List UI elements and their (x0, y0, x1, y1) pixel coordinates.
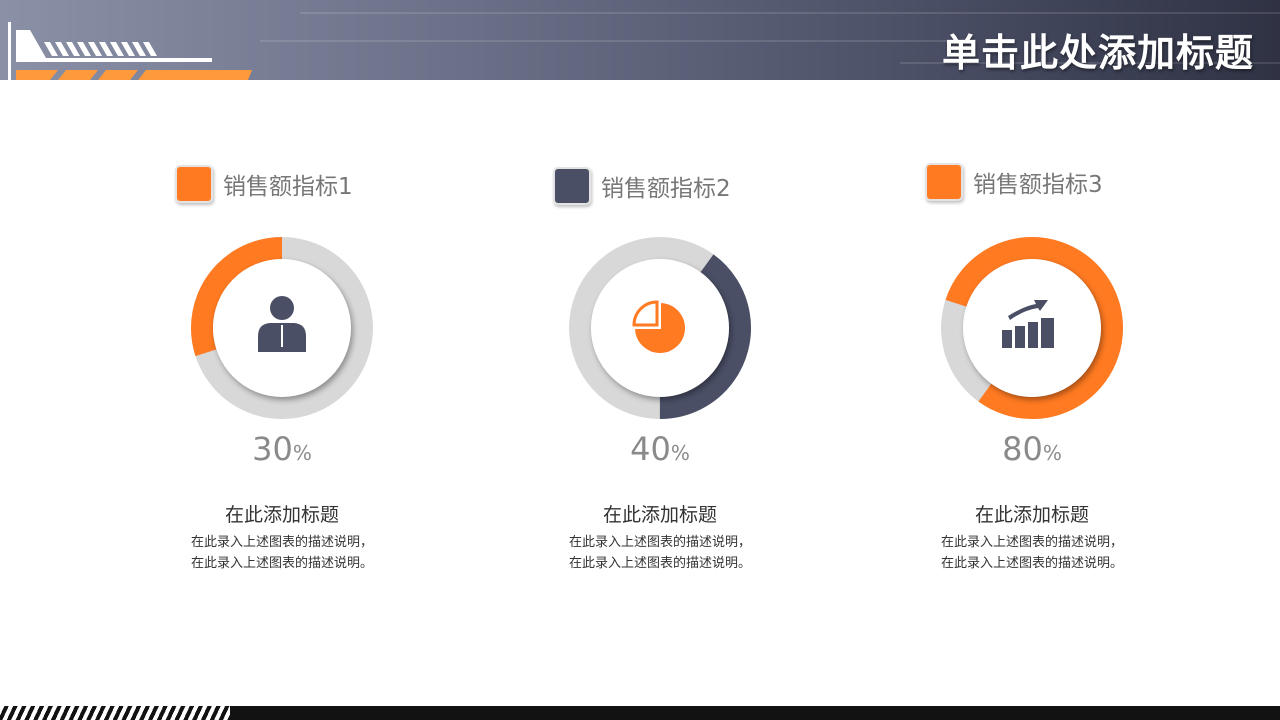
item-description: 在此录入上述图表的描述说明， 在此录入上述图表的描述说明。 (895, 532, 1169, 574)
header-line (260, 40, 960, 42)
percentage-number: 30 (252, 430, 293, 468)
item-title: 在此添加标题 (224, 504, 339, 526)
item-description: 在此录入上述图表的描述说明， 在此录入上述图表的描述说明。 (145, 532, 419, 574)
item-title: 在此添加标题 (974, 504, 1089, 526)
kpi-card-1: 销售额指标1 30% 在此添加标题 在此录入上述图表的描述说明， 在此录入上述图… (145, 150, 445, 590)
legend-label: 销售额指标2 (601, 176, 731, 202)
percentage-unit: % (670, 441, 690, 465)
legend: 销售额指标2 (553, 166, 731, 206)
footer-bar (0, 706, 1280, 720)
legend-label: 销售额指标1 (223, 174, 353, 200)
item-description: 在此录入上述图表的描述说明， 在此录入上述图表的描述说明。 (523, 532, 797, 574)
header-banner: 单击此处添加标题 (0, 0, 1280, 80)
donut-chart (191, 237, 373, 419)
percentage-unit: % (292, 441, 312, 465)
page-title: 单击此处添加标题 (941, 31, 1254, 75)
description-line: 在此录入上述图表的描述说明。 (190, 556, 373, 571)
percentage-number: 80 (1002, 430, 1043, 468)
item-title: 在此添加标题 (602, 504, 717, 526)
legend: 销售额指标3 (925, 162, 1103, 202)
percentage-value: 80% (895, 430, 1169, 468)
donut-chart (569, 237, 751, 420)
description-line: 在此录入上述图表的描述说明。 (940, 556, 1123, 571)
legend-swatch (553, 167, 591, 205)
percentage-number: 40 (630, 430, 671, 468)
header-decoration (8, 22, 252, 80)
description-line: 在此录入上述图表的描述说明。 (568, 556, 751, 571)
footer-stripes (0, 706, 230, 720)
kpi-card-2: 销售额指标2 40% 在此添加标题 在此录入上述图表的描述说明， 在此录入上述图… (523, 150, 823, 590)
legend-label: 销售额指标3 (973, 172, 1103, 198)
percentage-value: 30% (145, 430, 419, 468)
description-line: 在此录入上述图表的描述说明， (568, 535, 751, 550)
description-line: 在此录入上述图表的描述说明， (190, 535, 373, 550)
legend-swatch (925, 163, 963, 201)
legend-swatch (175, 165, 213, 203)
description-line: 在此录入上述图表的描述说明， (940, 535, 1123, 550)
legend: 销售额指标1 (175, 164, 353, 204)
kpi-card-3: 销售额指标3 80% 在此添加标题 在此录入上述图表的描述说明， 在此录入上述图… (895, 150, 1195, 590)
header-line (300, 12, 1280, 14)
percentage-unit: % (1042, 441, 1062, 465)
donut-chart (941, 237, 1123, 419)
percentage-value: 40% (523, 430, 797, 468)
